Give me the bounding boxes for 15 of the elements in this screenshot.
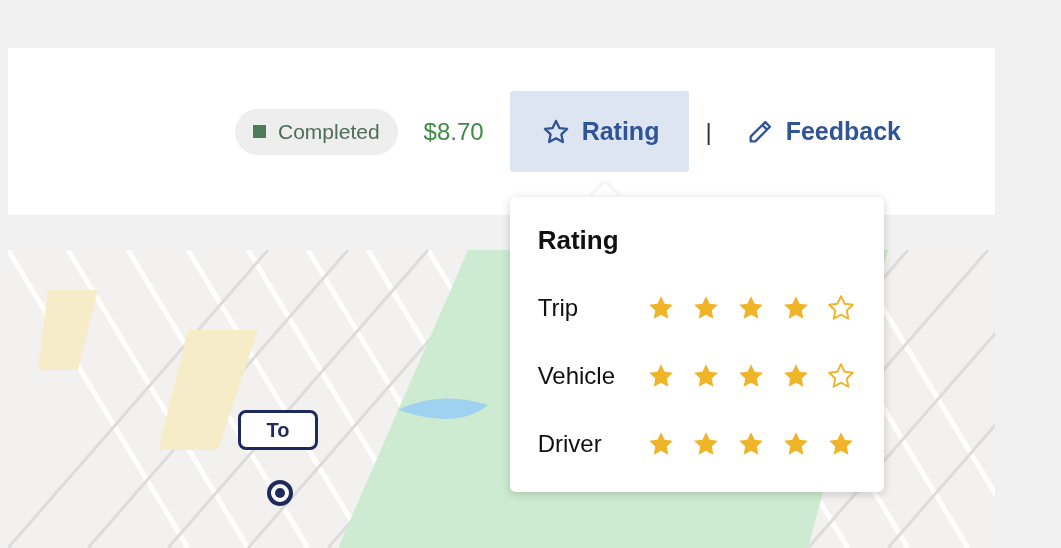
rating-label: Vehicle	[537, 362, 617, 390]
destination-marker: To	[238, 410, 318, 450]
feedback-button[interactable]: Feedback	[713, 91, 931, 172]
trip-price: $8.70	[423, 117, 484, 146]
separator: |	[705, 117, 712, 146]
empty-star-icon	[825, 293, 856, 323]
star-outline-icon	[541, 117, 570, 146]
rating-label: Trip	[537, 294, 580, 322]
status-label: Completed	[278, 119, 380, 144]
empty-star-icon	[825, 361, 856, 391]
location-pin-icon	[267, 480, 293, 506]
rating-button[interactable]: Rating	[509, 91, 690, 172]
status-square-icon	[253, 125, 266, 138]
popover-title: Rating	[537, 225, 620, 256]
rating-label: Driver	[537, 430, 603, 458]
